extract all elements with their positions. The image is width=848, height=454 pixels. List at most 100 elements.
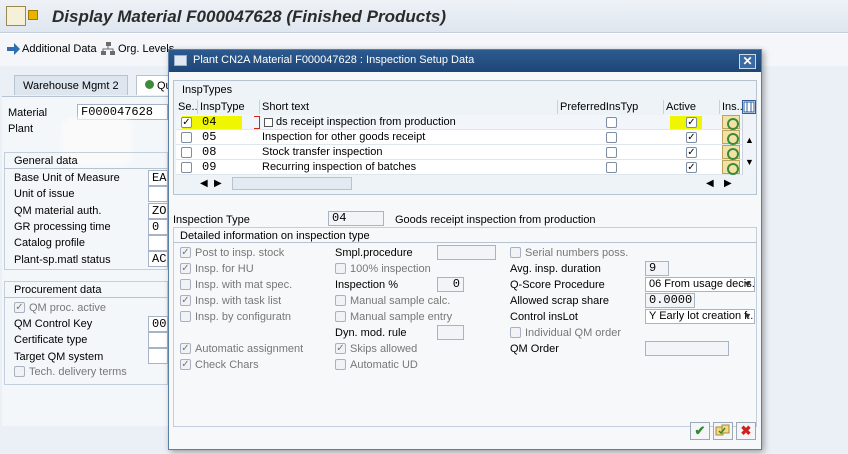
insp-by-configuratn-checkbox[interactable] xyxy=(180,311,191,322)
unit-of-issue-label: Unit of issue xyxy=(14,188,75,200)
certificate-type-field[interactable] xyxy=(148,332,168,348)
row-select-checkbox[interactable] xyxy=(181,147,192,158)
automatic-ud-checkbox[interactable] xyxy=(335,359,346,370)
catalog-profile-field[interactable] xyxy=(148,235,168,251)
preferred-checkbox[interactable] xyxy=(606,132,617,143)
row-select-checkbox[interactable] xyxy=(181,132,192,143)
divider xyxy=(4,297,168,298)
qm-control-key-field[interactable]: 000 xyxy=(148,316,168,332)
gr-processing-time-field[interactable]: 0 xyxy=(148,219,168,235)
dyn-mod-rule-label: Dyn. mod. rule xyxy=(335,327,407,339)
control-inslot-label: Control insLot xyxy=(510,311,578,323)
additional-data-button[interactable]: Additional Data xyxy=(22,43,97,55)
value-help-icon[interactable] xyxy=(264,118,273,127)
inspection-setup-dialog: Plant CN2A Material F000047628 : Inspect… xyxy=(168,49,762,450)
table-row[interactable]: 05 Inspection for other goods receipt ✓ xyxy=(176,130,756,145)
avg-duration-field[interactable]: 9 xyxy=(645,261,669,276)
window-icon xyxy=(174,55,187,66)
scroll-left-icon[interactable]: ◀ xyxy=(706,178,714,189)
horizontal-scrollbar-thumb[interactable] xyxy=(232,177,352,190)
qm-proc-active-label: QM proc. active xyxy=(29,302,107,314)
scroll-left-icon[interactable]: ◀ xyxy=(200,178,208,189)
scroll-right-icon[interactable]: ▶ xyxy=(214,178,222,189)
allowed-scrap-field[interactable]: 0.0000 xyxy=(645,293,695,308)
smpl-procedure-field[interactable] xyxy=(437,245,496,260)
active-checkbox[interactable]: ✓ xyxy=(686,147,697,158)
col-header-insptype[interactable]: InspType xyxy=(198,100,260,114)
plant-matl-status-field[interactable]: AC xyxy=(148,251,168,267)
col-header-ins[interactable]: Ins... xyxy=(720,100,746,114)
table-row[interactable]: ✓ 04 ds receipt inspection from producti… xyxy=(176,115,756,130)
active-checkbox[interactable]: ✓ xyxy=(686,162,697,173)
active-checkbox[interactable]: ✓ xyxy=(686,132,697,143)
check-chars-checkbox[interactable]: ✓ xyxy=(180,359,191,370)
org-levels-button[interactable]: Org. Levels xyxy=(118,43,174,55)
insp-for-hu-checkbox[interactable]: ✓ xyxy=(180,263,191,274)
preferred-checkbox[interactable] xyxy=(606,162,617,173)
table-caption: InspTypes xyxy=(182,84,233,96)
confirm-icon[interactable]: ✔ xyxy=(690,422,710,440)
gr-processing-time-label: GR processing time xyxy=(14,221,111,233)
scroll-up-icon[interactable]: ▲ xyxy=(745,135,754,145)
preferred-checkbox[interactable] xyxy=(606,117,617,128)
qm-material-auth-field[interactable]: ZO xyxy=(148,203,168,219)
col-header-short-text[interactable]: Short text xyxy=(260,100,558,114)
inspection-pct-field[interactable]: 0 xyxy=(437,277,464,292)
dyn-mod-rule-field[interactable] xyxy=(437,325,464,340)
control-inslot-dropdown[interactable]: Y Early lot creation f... ▼ xyxy=(645,309,755,324)
col-header-select[interactable]: Se... xyxy=(176,100,201,114)
tech-delivery-checkbox[interactable] xyxy=(14,366,25,377)
manual-sample-calc-checkbox[interactable] xyxy=(335,295,346,306)
qm-proc-active-checkbox[interactable]: ✓ xyxy=(14,302,25,313)
status-icon xyxy=(145,80,154,89)
base-uom-field[interactable]: EA xyxy=(148,170,168,186)
target-qm-system-field[interactable] xyxy=(148,348,168,364)
serial-numbers-label: Serial numbers poss. xyxy=(525,247,629,259)
control-inslot-value: Y Early lot creation f... xyxy=(649,310,755,322)
qm-order-field[interactable] xyxy=(645,341,729,356)
scroll-down-icon[interactable]: ▼ xyxy=(745,157,754,167)
scroll-right-icon[interactable]: ▶ xyxy=(724,178,732,189)
active-checkbox[interactable]: ✓ xyxy=(686,117,697,128)
ins-setup-icon[interactable] xyxy=(722,160,740,175)
pct100-inspection-label: 100% inspection xyxy=(350,263,431,275)
manual-sample-calc-label: Manual sample calc. xyxy=(350,295,451,307)
qscore-value: 06 From usage decis... xyxy=(649,278,755,290)
table-row[interactable]: 09 Recurring inspection of batches ✓ xyxy=(176,160,756,175)
skips-allowed-checkbox[interactable]: ✓ xyxy=(335,343,346,354)
manual-sample-entry-checkbox[interactable] xyxy=(335,311,346,322)
qscore-dropdown[interactable]: 06 From usage decis... ▼ xyxy=(645,277,755,292)
automatic-assignment-checkbox[interactable]: ✓ xyxy=(180,343,191,354)
ins-setup-icon[interactable] xyxy=(722,145,740,160)
ins-setup-icon[interactable] xyxy=(722,130,740,145)
post-to-insp-stock-label: Post to insp. stock xyxy=(195,247,285,259)
table-settings-icon[interactable] xyxy=(742,100,756,114)
insp-with-mat-spec-checkbox[interactable] xyxy=(180,279,191,290)
material-label: Material xyxy=(8,107,48,119)
inspection-type-field[interactable]: 04 xyxy=(328,211,384,226)
close-icon[interactable]: ✕ xyxy=(739,54,756,69)
post-to-insp-stock-checkbox[interactable]: ✓ xyxy=(180,247,191,258)
cancel-icon[interactable]: ✖ xyxy=(736,422,756,440)
vertical-scrollbar[interactable]: ▲ ▼ xyxy=(742,115,756,175)
preferred-checkbox[interactable] xyxy=(606,147,617,158)
tab-warehouse-mgmt-2[interactable]: Warehouse Mgmt 2 xyxy=(14,75,128,95)
serial-numbers-checkbox[interactable] xyxy=(510,247,521,258)
row-select-checkbox[interactable]: ✓ xyxy=(181,117,192,128)
menu-icon[interactable] xyxy=(28,10,38,20)
copy-icon[interactable] xyxy=(713,422,733,440)
individual-qm-order-checkbox[interactable] xyxy=(510,327,521,338)
table-row[interactable]: 08 Stock transfer inspection ✓ xyxy=(176,145,756,160)
arrow-right-icon xyxy=(6,42,20,56)
col-header-preferred[interactable]: PreferredInsTyp xyxy=(558,100,664,114)
org-levels-icon xyxy=(101,42,115,56)
col-header-active[interactable]: Active xyxy=(664,100,720,114)
unit-of-issue-field[interactable] xyxy=(148,186,168,202)
pct100-inspection-checkbox[interactable] xyxy=(335,263,346,274)
row-select-checkbox[interactable] xyxy=(181,162,192,173)
ins-setup-icon[interactable] xyxy=(722,115,740,130)
app-icon[interactable] xyxy=(6,6,26,26)
divider xyxy=(173,242,757,243)
insp-with-task-list-checkbox[interactable]: ✓ xyxy=(180,295,191,306)
insptype-cell: 09 xyxy=(202,160,217,174)
